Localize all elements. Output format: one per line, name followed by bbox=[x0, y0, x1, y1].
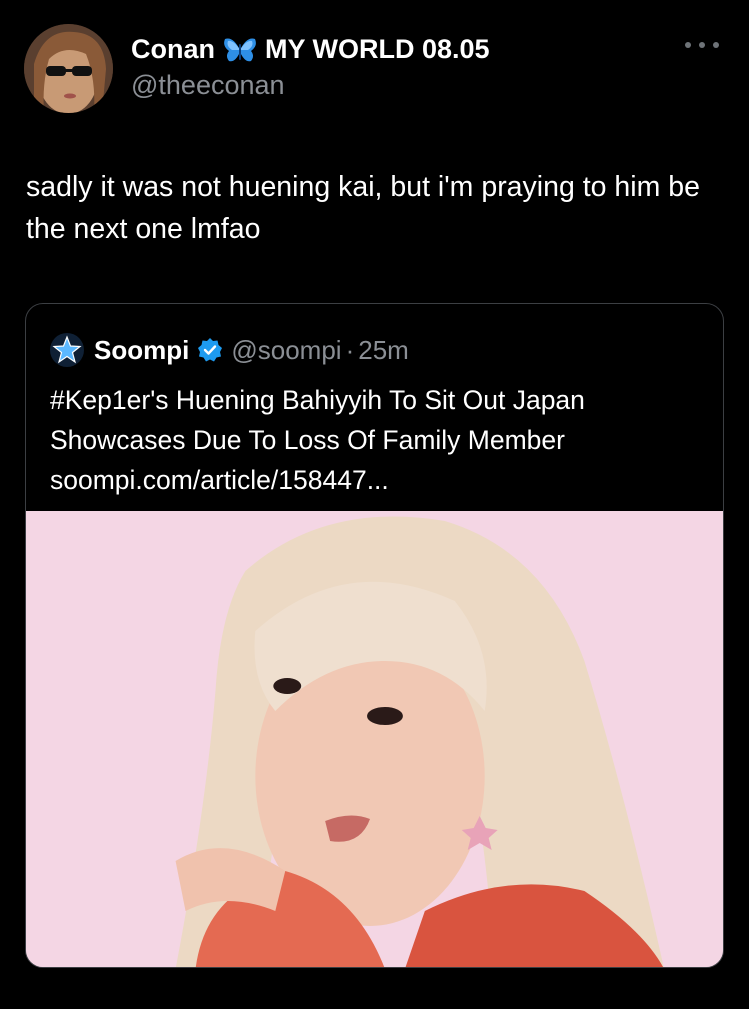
quoted-tweet-text: #Kep1er's Huening Bahiyyih To Sit Out Ja… bbox=[50, 380, 710, 500]
separator-dot: · bbox=[345, 334, 355, 365]
author-handle[interactable]: @theeconan bbox=[131, 70, 285, 101]
quoted-author-handle[interactable]: @soompi bbox=[231, 335, 341, 366]
author-avatar[interactable] bbox=[24, 24, 113, 113]
quoted-text-line-1: #Kep1er's Huening Bahiyyih To Sit Out Ja… bbox=[50, 385, 585, 415]
verified-badge-icon bbox=[198, 338, 223, 362]
quoted-link[interactable]: soompi.com/article/158447... bbox=[50, 460, 710, 500]
quoted-tweet-photo[interactable] bbox=[26, 511, 723, 967]
quoted-author-name[interactable]: Soompi bbox=[94, 335, 189, 366]
author-status: MY WORLD 08.05 bbox=[265, 34, 490, 64]
soompi-star-icon[interactable] bbox=[50, 333, 84, 367]
quoted-text-line-2: Showcases Due To Loss Of Family Member bbox=[50, 425, 565, 455]
author-name[interactable]: Conan bbox=[131, 34, 215, 65]
tweet-text: sadly it was not huening kai, but i'm pr… bbox=[26, 171, 700, 245]
quoted-timestamp[interactable]: 25m bbox=[358, 335, 409, 366]
quoted-tweet-header: Soompi @soompi · 25m bbox=[50, 333, 409, 367]
butterfly-emoji-icon bbox=[224, 37, 256, 61]
more-icon[interactable] bbox=[685, 40, 719, 50]
author-name-row[interactable]: Conan MY WORLD 08.05 bbox=[131, 34, 490, 65]
